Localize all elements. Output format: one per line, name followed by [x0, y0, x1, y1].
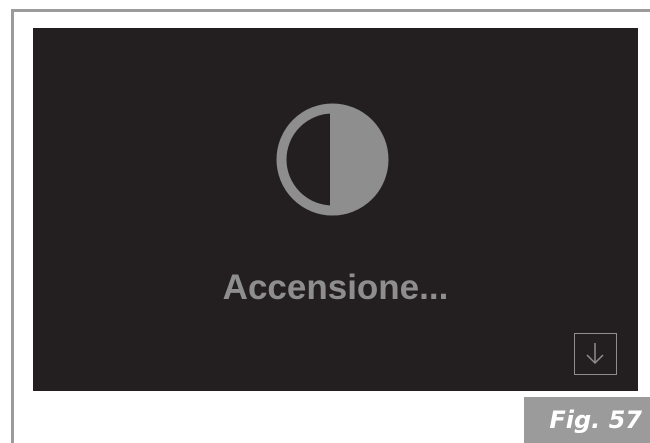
half-circle-brightness-icon	[276, 103, 389, 216]
page: Accensione... Fig. 57	[0, 0, 650, 443]
frame-left-border	[11, 9, 14, 443]
frame-top-border	[11, 9, 650, 12]
figure-label: Fig. 57	[524, 397, 650, 443]
scroll-down-button[interactable]	[574, 333, 617, 375]
status-message: Accensione...	[222, 268, 449, 307]
arrow-down-icon	[586, 343, 604, 365]
